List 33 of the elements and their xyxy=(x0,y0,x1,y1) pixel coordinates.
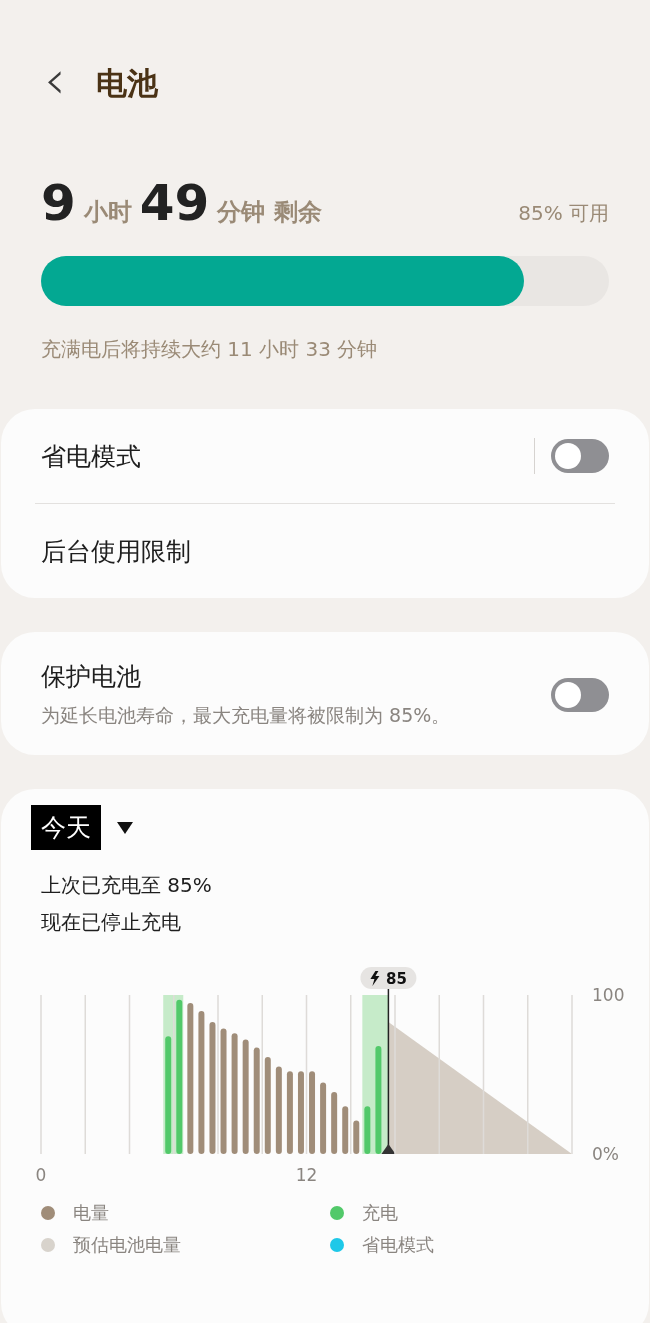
chart-bar xyxy=(320,1082,327,1154)
legend-label: 电量 xyxy=(73,1201,109,1225)
bolt-icon xyxy=(370,971,380,986)
protect-label: 保护电池 xyxy=(41,661,142,693)
legend-label: 省电模式 xyxy=(362,1233,434,1257)
axis-label: 100 xyxy=(592,985,625,1005)
status-text: 现在已停止充电 xyxy=(41,909,182,936)
charge-badge: 85 xyxy=(360,967,417,989)
chart-bar xyxy=(364,1106,371,1154)
axis-label: 0% xyxy=(592,1144,619,1164)
chart-bar xyxy=(353,1120,360,1154)
minutes-unit: 分钟 剩余 xyxy=(217,197,322,228)
status-text: 上次已充电至 85% xyxy=(41,872,213,899)
toggle-switch[interactable] xyxy=(551,677,609,712)
available-percent: 85% 可用 xyxy=(518,200,609,227)
page-title: 电池 xyxy=(95,64,158,103)
dropdown-icon[interactable] xyxy=(117,821,133,834)
chart-bar xyxy=(342,1106,349,1154)
axis-label: 12 xyxy=(295,1165,318,1185)
full-charge-note: 充满电后将持续大约 11 小时 33 分钟 xyxy=(41,336,379,363)
period-selector[interactable]: 今天 xyxy=(31,805,101,850)
setting-label[interactable]: 后台使用限制 xyxy=(41,534,191,568)
minutes-value: 49 xyxy=(139,174,210,232)
hours-unit: 小时 xyxy=(83,197,132,228)
protect-description: 为延长电池寿命，最大充电量将被限制为 85%。 xyxy=(41,703,452,728)
back-button[interactable]: ‹ xyxy=(40,53,70,107)
hours-value: 9 xyxy=(41,174,76,232)
legend-label: 预估电池电量 xyxy=(73,1233,181,1257)
chart-bar xyxy=(331,1092,338,1154)
legend-label: 充电 xyxy=(362,1201,398,1225)
axis-label: 0 xyxy=(35,1165,47,1185)
setting-label[interactable]: 省电模式 xyxy=(41,439,141,473)
toggle-switch[interactable] xyxy=(551,439,609,473)
